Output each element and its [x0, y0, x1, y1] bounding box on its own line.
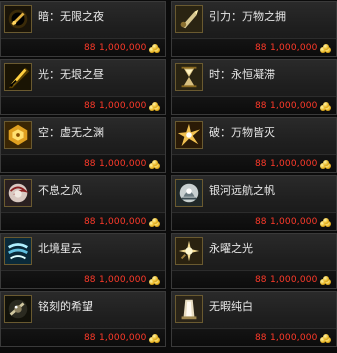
item-price: 1,000,000 — [99, 275, 147, 285]
item-price: 1,000,000 — [99, 217, 147, 227]
item-name: 暗：无限之夜 — [38, 10, 104, 23]
item-slot[interactable]: 永曜之光 88 1,000,000 — [171, 233, 337, 289]
item-name: 时：永恒凝滞 — [209, 68, 275, 81]
item-slot[interactable]: 不息之风 88 1,000,000 — [0, 175, 166, 231]
item-level: 88 — [255, 275, 267, 285]
price-bar: 88 1,000,000 — [172, 270, 336, 288]
item-slot[interactable]: 光：无垠之昼 88 1,000,000 — [0, 59, 166, 115]
item-slot[interactable]: 银河远航之帆 88 1,000,000 — [171, 175, 337, 231]
galaxy-sail-icon — [175, 179, 203, 207]
hope-stone-icon — [4, 295, 32, 323]
price-bar: 88 1,000,000 — [1, 96, 165, 114]
item-price: 1,000,000 — [270, 43, 318, 53]
gold-coins-icon — [320, 334, 332, 343]
item-name: 永曜之光 — [209, 242, 253, 255]
price-bar: 88 1,000,000 — [1, 328, 165, 346]
gold-coins-icon — [149, 334, 161, 343]
price-bar: 88 1,000,000 — [1, 270, 165, 288]
item-price: 1,000,000 — [99, 43, 147, 53]
gold-coins-icon — [149, 160, 161, 169]
item-level: 88 — [255, 159, 267, 169]
item-level: 88 — [255, 333, 267, 343]
item-name: 不息之风 — [38, 184, 82, 197]
item-name: 破：万物皆灭 — [209, 126, 275, 139]
gold-coins-icon — [320, 160, 332, 169]
price-bar: 88 1,000,000 — [172, 328, 336, 346]
item-price: 1,000,000 — [99, 101, 147, 111]
item-level: 88 — [84, 101, 96, 111]
price-bar: 88 1,000,000 — [172, 154, 336, 172]
price-bar: 88 1,000,000 — [1, 154, 165, 172]
item-price: 1,000,000 — [99, 333, 147, 343]
item-slot[interactable]: 时：永恒凝滞 88 1,000,000 — [171, 59, 337, 115]
item-name: 北境星云 — [38, 242, 82, 255]
item-price: 1,000,000 — [99, 159, 147, 169]
item-slot[interactable]: 暗：无限之夜 88 1,000,000 — [0, 1, 166, 57]
item-name: 光：无垠之昼 — [38, 68, 104, 81]
light-slash-icon — [4, 63, 32, 91]
break-burst-icon — [175, 121, 203, 149]
item-slot[interactable]: 铭刻的希望 88 1,000,000 — [0, 291, 166, 347]
radiant-sun-icon — [175, 237, 203, 265]
time-hourglass-icon — [175, 63, 203, 91]
dark-orb-icon — [4, 5, 32, 33]
item-price: 1,000,000 — [270, 159, 318, 169]
item-name: 空：虚无之渊 — [38, 126, 104, 139]
gold-coins-icon — [149, 276, 161, 285]
item-level: 88 — [255, 217, 267, 227]
price-bar: 88 1,000,000 — [172, 212, 336, 230]
item-name: 银河远航之帆 — [209, 184, 275, 197]
nebula-gust-icon — [4, 237, 32, 265]
gold-coins-icon — [320, 276, 332, 285]
gold-coins-icon — [320, 44, 332, 53]
item-level: 88 — [84, 159, 96, 169]
item-price: 1,000,000 — [270, 333, 318, 343]
white-crest-icon — [175, 295, 203, 323]
item-level: 88 — [84, 275, 96, 285]
item-slot[interactable]: 引力：万物之拥 88 1,000,000 — [171, 1, 337, 57]
gold-coins-icon — [320, 102, 332, 111]
item-level: 88 — [84, 217, 96, 227]
item-level: 88 — [255, 43, 267, 53]
item-slot[interactable]: 北境星云 88 1,000,000 — [0, 233, 166, 289]
item-name: 引力：万物之拥 — [209, 10, 286, 23]
item-level: 88 — [84, 43, 96, 53]
wind-swirl-icon — [4, 179, 32, 207]
item-name: 铭刻的希望 — [38, 300, 93, 313]
gold-coins-icon — [149, 102, 161, 111]
item-price: 1,000,000 — [270, 275, 318, 285]
item-grid: 暗：无限之夜 88 1,000,000 引力：万物之拥 88 1,000,000… — [0, 0, 337, 353]
gold-coins-icon — [149, 44, 161, 53]
void-hex-icon — [4, 121, 32, 149]
price-bar: 88 1,000,000 — [172, 96, 336, 114]
price-bar: 88 1,000,000 — [172, 38, 336, 56]
price-bar: 88 1,000,000 — [1, 212, 165, 230]
item-name: 无暇纯白 — [209, 300, 253, 313]
gold-coins-icon — [320, 218, 332, 227]
item-slot[interactable]: 空：虚无之渊 88 1,000,000 — [0, 117, 166, 173]
item-level: 88 — [255, 101, 267, 111]
item-price: 1,000,000 — [270, 101, 318, 111]
price-bar: 88 1,000,000 — [1, 38, 165, 56]
item-slot[interactable]: 破：万物皆灭 88 1,000,000 — [171, 117, 337, 173]
item-price: 1,000,000 — [270, 217, 318, 227]
gold-coins-icon — [149, 218, 161, 227]
item-level: 88 — [84, 333, 96, 343]
gravity-arrow-icon — [175, 5, 203, 33]
item-slot[interactable]: 无暇纯白 88 1,000,000 — [171, 291, 337, 347]
